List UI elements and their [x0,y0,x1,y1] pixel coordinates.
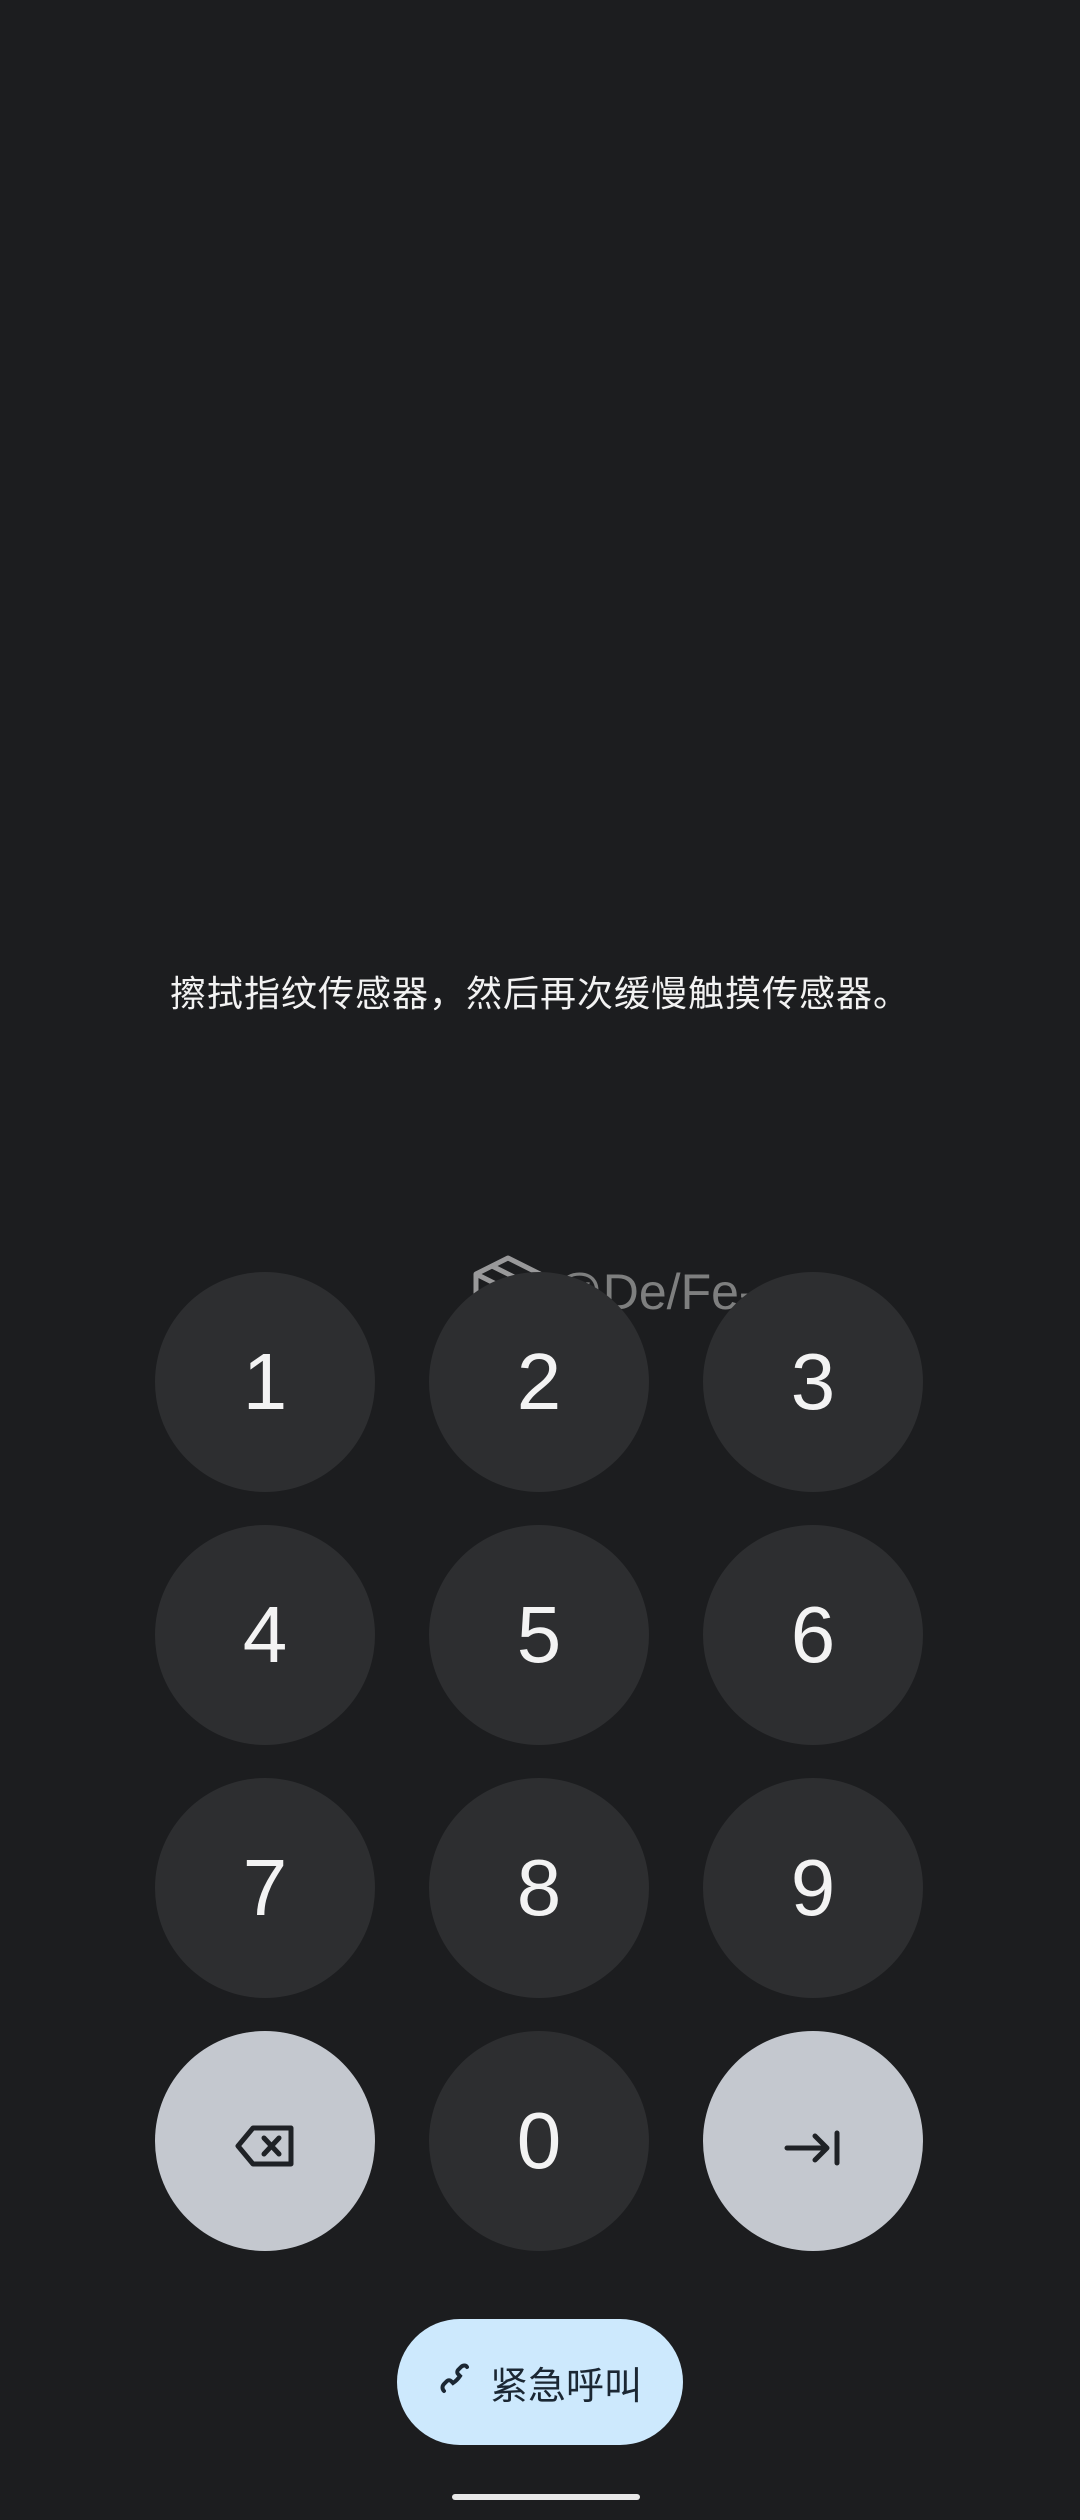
emergency-call-button[interactable]: 紧急呼叫 [397,2319,683,2445]
key-4[interactable]: 4 [155,1525,375,1745]
pin-keypad: 1 2 3 4 5 6 7 8 9 0 [155,1272,925,2251]
backspace-button[interactable] [155,2031,375,2251]
key-0[interactable]: 0 [429,2031,649,2251]
key-8[interactable]: 8 [429,1778,649,1998]
phone-icon [438,2360,470,2404]
key-5[interactable]: 5 [429,1525,649,1745]
key-7[interactable]: 7 [155,1778,375,1998]
key-2[interactable]: 2 [429,1272,649,1492]
unlock-instruction-text: 擦拭指纹传感器，然后再次缓慢触摸传感器。 [169,974,910,1015]
backspace-icon [235,2095,295,2187]
emergency-call-label: 紧急呼叫 [489,2363,642,2408]
enter-arrow-icon [783,2095,843,2187]
key-9[interactable]: 9 [703,1778,923,1998]
key-1[interactable]: 1 [155,1272,375,1492]
enter-button[interactable] [703,2031,923,2251]
navigation-handle[interactable] [452,2494,640,2500]
key-6[interactable]: 6 [703,1525,923,1745]
key-3[interactable]: 3 [703,1272,923,1492]
